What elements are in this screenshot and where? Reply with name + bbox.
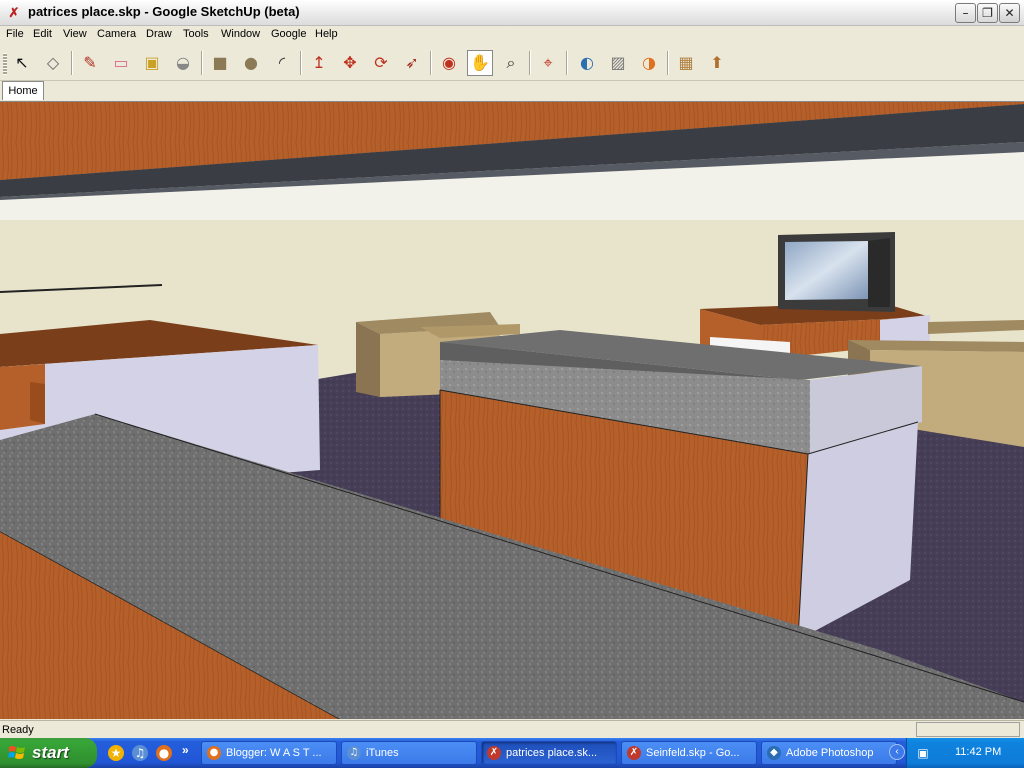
- toolbar: ↖ ◇ ✎ ▭ ▣ ◒ ■ ● ◜ ↥ ✥ ⟳ ➶ ◉ ✋ ⌕ ⌖ ◐ ▨ ◑ …: [0, 45, 1024, 81]
- menu-help[interactable]: Help: [315, 28, 338, 40]
- clock[interactable]: 11:42 PM: [955, 746, 1001, 758]
- toolbar-separator: [430, 51, 432, 75]
- sketchup-icon: ✗: [8, 5, 20, 20]
- taskbar: start ★ ♫ ● » ● Blogger: W A S T ... ♫ i…: [0, 738, 1024, 768]
- network-icon[interactable]: ▣: [915, 745, 931, 761]
- task-seinfeld[interactable]: ✗ Seinfeld.skp - Go...: [621, 741, 757, 765]
- scene-tab-home[interactable]: Home: [2, 81, 44, 100]
- menu-view[interactable]: View: [63, 28, 87, 40]
- move-icon[interactable]: ✥: [337, 50, 363, 76]
- windows-flag-icon: [8, 746, 25, 759]
- menu-bar: File Edit View Camera Draw Tools Window …: [0, 26, 1024, 45]
- toolbar-grip[interactable]: [3, 53, 7, 75]
- google-earth-icon[interactable]: ◐: [574, 50, 600, 76]
- firefox-icon[interactable]: ●: [156, 745, 172, 761]
- select-icon[interactable]: ↖: [9, 50, 35, 76]
- menu-google[interactable]: Google: [271, 28, 306, 40]
- offset-icon[interactable]: ➶: [399, 50, 425, 76]
- toolbar-separator: [667, 51, 669, 75]
- toolbar-separator: [529, 51, 531, 75]
- menu-window[interactable]: Window: [221, 28, 260, 40]
- share-model-icon[interactable]: ⬆: [704, 50, 730, 76]
- window-title: patrices place.skp - Google SketchUp (be…: [28, 4, 300, 19]
- menu-draw[interactable]: Draw: [146, 28, 172, 40]
- pencil-icon[interactable]: ✎: [77, 50, 103, 76]
- aim-icon[interactable]: ★: [108, 745, 124, 761]
- sketchup-icon: ✗: [627, 746, 641, 760]
- toolbar-separator: [300, 51, 302, 75]
- task-label: Blogger: W A S T ...: [226, 747, 322, 759]
- sketchup-icon: ✗: [487, 746, 501, 760]
- task-label: Seinfeld.skp - Go...: [646, 747, 740, 759]
- title-bar[interactable]: ✗ patrices place.skp - Google SketchUp (…: [0, 0, 1024, 26]
- zoom-icon[interactable]: ⌕: [498, 50, 524, 76]
- task-label: Adobe Photoshop: [786, 747, 874, 759]
- orbit-icon[interactable]: ◉: [436, 50, 462, 76]
- model-scene: [0, 102, 1024, 719]
- circle-icon[interactable]: ●: [238, 50, 264, 76]
- status-bar: Ready: [0, 720, 1024, 738]
- show-hidden-icons-button[interactable]: ‹: [889, 744, 905, 760]
- get-current-view-icon[interactable]: ▨: [605, 50, 631, 76]
- menu-file[interactable]: File: [6, 28, 24, 40]
- toolbar-separator: [201, 51, 203, 75]
- scene-tabs: Home: [0, 81, 1024, 100]
- rotate-icon[interactable]: ⟳: [368, 50, 394, 76]
- itunes-icon[interactable]: ♫: [132, 745, 148, 761]
- maximize-button[interactable]: ❐: [977, 3, 998, 23]
- menu-tools[interactable]: Tools: [183, 28, 209, 40]
- drawing-viewport[interactable]: [0, 101, 1024, 719]
- push-pull-icon[interactable]: ↥: [306, 50, 332, 76]
- sketchup-window: ✗ patrices place.skp - Google SketchUp (…: [0, 0, 1024, 738]
- tape-measure-icon[interactable]: ▣: [139, 50, 165, 76]
- get-models-icon[interactable]: ▦: [673, 50, 699, 76]
- start-label: start: [32, 743, 69, 762]
- make-component-icon[interactable]: ◇: [40, 50, 66, 76]
- minimize-button[interactable]: –: [955, 3, 976, 23]
- firefox-icon: ●: [207, 746, 221, 760]
- menu-camera[interactable]: Camera: [97, 28, 136, 40]
- start-button[interactable]: start: [0, 738, 97, 768]
- toggle-terrain-icon[interactable]: ◑: [636, 50, 662, 76]
- status-text: Ready: [2, 724, 34, 736]
- toolbar-separator: [71, 51, 73, 75]
- zoom-extents-icon[interactable]: ⌖: [535, 50, 561, 76]
- task-patrices-place[interactable]: ✗ patrices place.sk...: [481, 741, 617, 765]
- rectangle-icon[interactable]: ■: [207, 50, 233, 76]
- task-label: patrices place.sk...: [506, 747, 598, 759]
- close-button[interactable]: ✕: [999, 3, 1020, 23]
- photoshop-icon: ◆: [767, 746, 781, 760]
- task-itunes[interactable]: ♫ iTunes: [341, 741, 477, 765]
- pan-icon[interactable]: ✋: [467, 50, 493, 76]
- arc-icon[interactable]: ◜: [269, 50, 295, 76]
- menu-edit[interactable]: Edit: [33, 28, 52, 40]
- quick-launch-more-button[interactable]: »: [182, 743, 189, 757]
- eraser-icon[interactable]: ▭: [108, 50, 134, 76]
- system-tray: ‹ ▣ 11:42 PM: [889, 738, 1024, 768]
- toolbar-separator: [566, 51, 568, 75]
- paint-bucket-icon[interactable]: ◒: [170, 50, 196, 76]
- itunes-icon: ♫: [347, 746, 361, 760]
- task-label: iTunes: [366, 747, 399, 759]
- measurements-box[interactable]: [916, 722, 1020, 737]
- task-blogger[interactable]: ● Blogger: W A S T ...: [201, 741, 337, 765]
- task-photoshop[interactable]: ◆ Adobe Photoshop: [761, 741, 897, 765]
